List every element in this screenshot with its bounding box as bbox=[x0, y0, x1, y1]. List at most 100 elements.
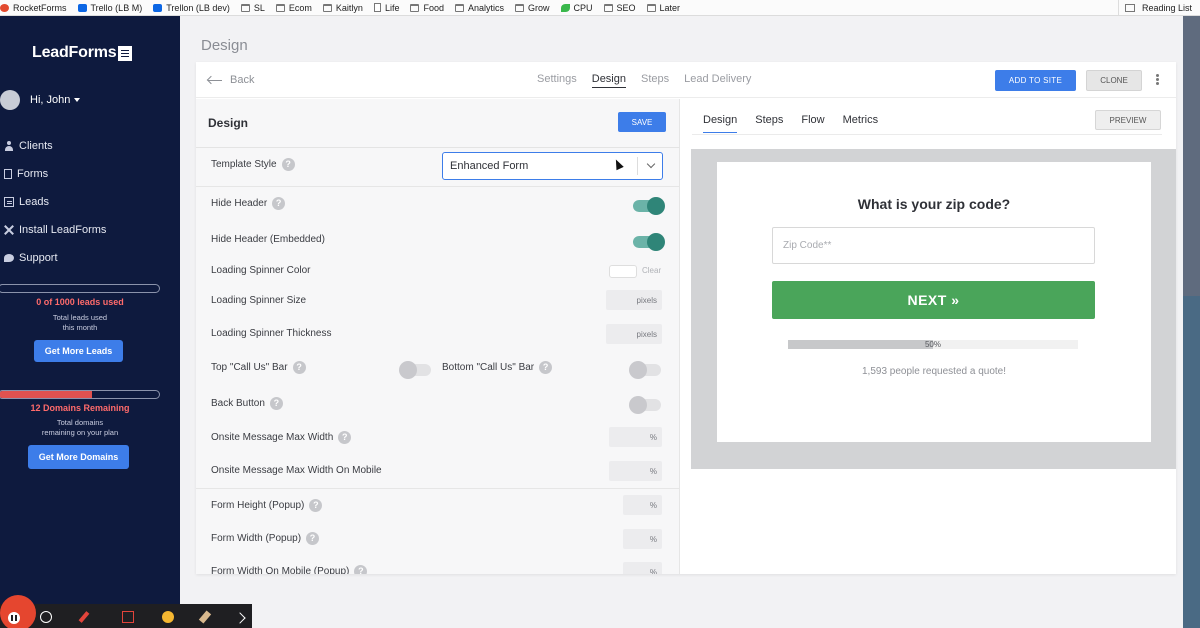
spinner-thickness-input[interactable]: pixels bbox=[606, 324, 662, 344]
folder-icon bbox=[603, 3, 613, 12]
save-button[interactable]: SAVE bbox=[618, 112, 666, 132]
tab-preview-flow[interactable]: Flow bbox=[801, 114, 824, 133]
tab-design[interactable]: Design bbox=[591, 73, 626, 88]
spinner-color-swatch[interactable] bbox=[609, 265, 637, 278]
logo[interactable]: LeadForms bbox=[32, 44, 133, 62]
caret-down-icon bbox=[74, 98, 81, 102]
list-icon bbox=[4, 197, 14, 207]
editor-topbar: Back Settings Design Steps Lead Delivery… bbox=[196, 62, 1176, 98]
help-icon[interactable]: ? bbox=[539, 361, 553, 374]
leads-used-text: 0 of 1000 leads used bbox=[36, 297, 124, 307]
form-height-popup-input[interactable]: % bbox=[623, 495, 662, 515]
tab-lead-delivery[interactable]: Lead Delivery bbox=[684, 73, 751, 88]
spinner-color-row: Loading Spinner Color bbox=[211, 265, 311, 276]
bottom-call-us-toggle[interactable] bbox=[629, 361, 661, 379]
user-menu[interactable]: Hi, John bbox=[0, 90, 81, 110]
clear-color-link[interactable]: Clear bbox=[642, 266, 661, 275]
help-icon[interactable]: ? bbox=[292, 361, 306, 374]
document-icon bbox=[4, 169, 12, 179]
preview-tabs: Design Steps Flow Metrics bbox=[703, 114, 896, 133]
more-options-icon[interactable] bbox=[1156, 74, 1159, 77]
form-height-popup-row: Form Height (Popup)? bbox=[211, 499, 323, 512]
hide-header-row: Hide Header? bbox=[211, 197, 286, 210]
record-indicator[interactable] bbox=[0, 595, 36, 628]
help-icon[interactable]: ? bbox=[272, 197, 286, 210]
next-button[interactable]: NEXT » bbox=[772, 281, 1095, 319]
preview-button[interactable]: PREVIEW bbox=[1095, 110, 1161, 130]
avatar bbox=[0, 90, 20, 110]
bookmark-life[interactable]: Life bbox=[373, 3, 399, 13]
domains-usage-fill bbox=[0, 391, 92, 398]
hide-header-toggle[interactable] bbox=[633, 197, 665, 215]
get-more-domains-button[interactable]: Get More Domains bbox=[28, 445, 129, 469]
chevron-down-icon bbox=[646, 159, 656, 169]
help-icon[interactable]: ? bbox=[338, 431, 352, 444]
reading-list-icon bbox=[1125, 4, 1136, 12]
get-more-leads-button[interactable]: Get More Leads bbox=[34, 340, 123, 362]
help-icon[interactable]: ? bbox=[309, 499, 323, 512]
template-style-select[interactable]: Enhanced Form bbox=[442, 152, 663, 180]
bookmark-grow[interactable]: Grow bbox=[514, 3, 550, 13]
rectangle-tool-icon[interactable] bbox=[122, 611, 134, 623]
help-icon[interactable]: ? bbox=[306, 532, 320, 545]
help-icon[interactable]: ? bbox=[281, 158, 295, 171]
zip-code-input[interactable]: Zip Code** bbox=[772, 227, 1095, 264]
person-icon bbox=[4, 141, 14, 151]
help-icon[interactable]: ? bbox=[354, 565, 368, 574]
bookmark-food[interactable]: Food bbox=[410, 3, 444, 13]
spinner-size-input[interactable]: pixels bbox=[606, 290, 662, 310]
onsite-max-width-mobile-input[interactable]: % bbox=[609, 461, 662, 481]
chat-icon bbox=[4, 254, 14, 262]
tab-preview-metrics[interactable]: Metrics bbox=[843, 114, 878, 133]
social-proof-text: 1,593 people requested a quote! bbox=[861, 366, 1006, 377]
bookmarks-bar: RocketForms Trello (LB M) Trellon (LB de… bbox=[0, 0, 1200, 16]
arrow-left-icon bbox=[208, 79, 222, 81]
sidebar-item-support[interactable]: Support bbox=[4, 244, 106, 272]
clone-button[interactable]: CLONE bbox=[1086, 70, 1142, 91]
bookmark-cpu[interactable]: CPU bbox=[560, 3, 593, 13]
bookmark-rocketforms[interactable]: RocketForms bbox=[0, 3, 67, 13]
form-preview-frame: What is your zip code? Zip Code** NEXT »… bbox=[691, 149, 1176, 469]
reading-list[interactable]: Reading List bbox=[1118, 0, 1192, 15]
mouse-cursor-icon bbox=[612, 157, 624, 171]
tab-settings[interactable]: Settings bbox=[537, 73, 577, 88]
bookmark-kaitlyn[interactable]: Kaitlyn bbox=[322, 3, 363, 13]
logo-form-icon bbox=[118, 45, 133, 61]
leaf-icon bbox=[560, 3, 570, 12]
bookmark-seo[interactable]: SEO bbox=[603, 3, 636, 13]
add-to-site-button[interactable]: ADD TO SITE bbox=[995, 70, 1076, 91]
folder-icon bbox=[454, 3, 464, 12]
help-icon[interactable]: ? bbox=[269, 397, 283, 410]
sidebar-item-clients[interactable]: Clients bbox=[4, 132, 106, 160]
bookmark-trellon-lbdev[interactable]: Trellon (LB dev) bbox=[153, 3, 230, 13]
progress-label: 50% bbox=[924, 340, 941, 349]
bookmark-trello-lbm[interactable]: Trello (LB M) bbox=[77, 3, 142, 13]
hide-header-embedded-row: Hide Header (Embedded) bbox=[211, 234, 325, 245]
divider bbox=[196, 147, 680, 148]
form-width-popup-input[interactable]: % bbox=[623, 529, 662, 549]
tab-preview-steps[interactable]: Steps bbox=[755, 114, 783, 133]
tab-steps[interactable]: Steps bbox=[641, 73, 669, 88]
bookmark-later[interactable]: Later bbox=[646, 3, 680, 13]
emoji-tool-icon[interactable] bbox=[162, 611, 174, 623]
form-width-mobile-popup-input[interactable]: % bbox=[623, 562, 662, 574]
bookmark-ecom[interactable]: Ecom bbox=[275, 3, 312, 13]
rocket-icon bbox=[0, 3, 9, 12]
folder-icon bbox=[410, 3, 420, 12]
bookmark-analytics[interactable]: Analytics bbox=[454, 3, 504, 13]
cursor-tool-icon[interactable] bbox=[40, 611, 52, 623]
back-button-toggle[interactable] bbox=[629, 396, 661, 414]
sidebar-item-leads[interactable]: Leads bbox=[4, 188, 106, 216]
form-question: What is your zip code? bbox=[857, 196, 1011, 212]
tab-preview-design[interactable]: Design bbox=[703, 114, 738, 133]
bookmark-sl[interactable]: SL bbox=[240, 3, 265, 13]
back-link[interactable]: Back bbox=[208, 74, 254, 86]
hide-header-embedded-toggle[interactable] bbox=[633, 233, 665, 251]
pause-icon[interactable] bbox=[8, 612, 20, 624]
design-settings-panel: Design SAVE Template Style? Enhanced For… bbox=[196, 99, 680, 574]
page-title: Design bbox=[201, 37, 248, 54]
sidebar-item-install[interactable]: Install LeadForms bbox=[4, 216, 106, 244]
onsite-max-width-input[interactable]: % bbox=[609, 427, 662, 447]
top-call-us-toggle[interactable] bbox=[399, 361, 431, 379]
sidebar-item-forms[interactable]: Forms bbox=[4, 160, 106, 188]
